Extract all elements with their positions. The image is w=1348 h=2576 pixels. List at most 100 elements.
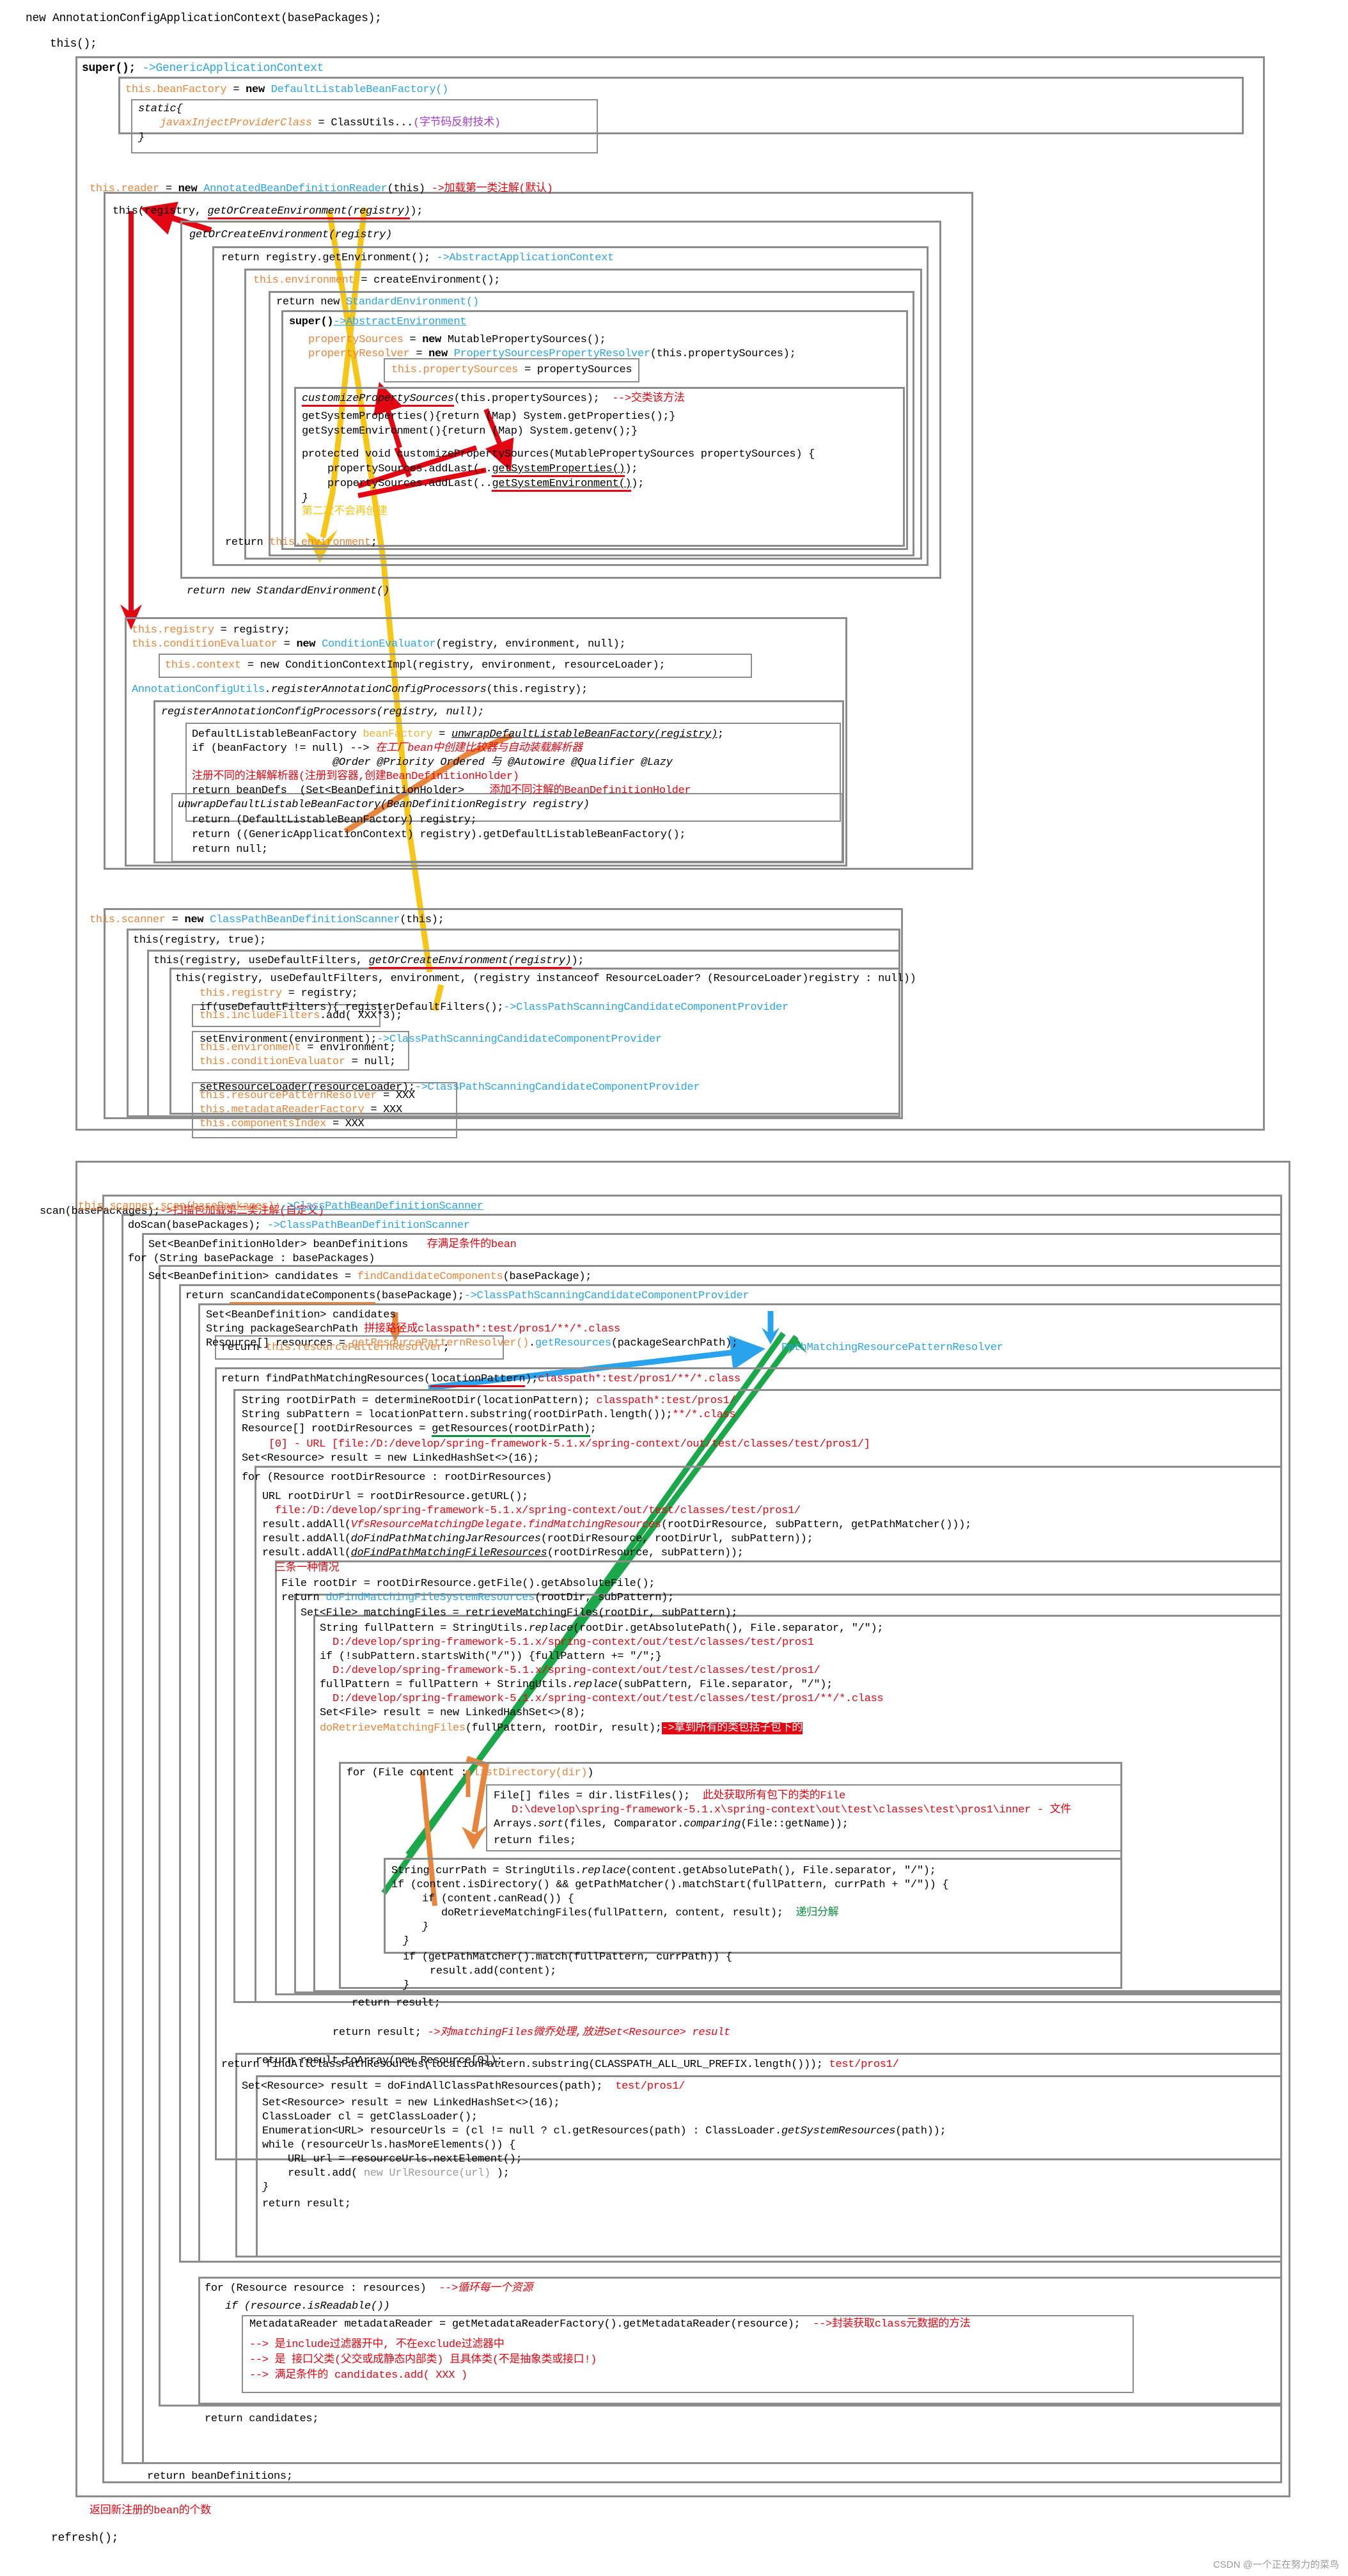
code-line-includefilters: this.includeFilters.add( XXX*3); — [200, 1010, 402, 1022]
code-line-annotationconfigutils: AnnotationConfigUtils.registerAnnotation… — [132, 684, 588, 696]
code-line-static-open: static{ — [138, 103, 183, 115]
code-line-return-dlbf: return (DefaultListableBeanFactory) regi… — [192, 814, 477, 826]
code-line-super-generic: super(); ->GenericApplicationContext — [82, 62, 324, 75]
code-line-this-registry-env: this(registry, getOrCreateEnvironment(re… — [113, 205, 423, 219]
code-line-return-result-3: return result; — [262, 2198, 351, 2210]
code-line-return-beandefs: return beanDefs (Set<BeanDefinitionHolde… — [192, 785, 691, 797]
code-line-if-isreadable: if (resource.isReadable()) — [225, 2300, 390, 2313]
code-line-return-null: return null; — [192, 844, 268, 856]
code-line-for-basepackage: for (String basePackage : basePackages) — [128, 1253, 375, 1265]
code-line-scanner-this-true: this(registry, true); — [133, 934, 266, 946]
code-line-rootdirurl: URL rootDirUrl = rootDirResource.getURL(… — [262, 1491, 528, 1503]
code-line-currpath: String currPath = StringUtils.replace(co… — [391, 1865, 936, 1877]
code-line-javaxinject: javaxInjectProviderClass = ClassUtils...… — [160, 117, 501, 129]
note-return-count: 返回新注册的bean的个数 — [90, 2505, 211, 2517]
code-line-customize-close: } — [302, 492, 308, 505]
note-inner-file: D:\develop\spring-framework-5.1.x\spring… — [512, 1804, 1072, 1816]
code-line-result-linkedhashset: Set<Resource> result = new LinkedHashSet… — [242, 1452, 540, 1465]
code-line-rootdirpath: String rootDirPath = determineRootDir(lo… — [242, 1395, 736, 1407]
code-line-doretrieve-recursive: doRetrieveMatchingFiles(fullPattern, con… — [441, 1907, 839, 1919]
code-line-this: this(); — [50, 38, 97, 51]
code-line-addlast-props: propertySources.addLast(..getSystemPrope… — [327, 462, 638, 477]
code-line-for-rootdirresource: for (Resource rootDirResource : rootDirR… — [242, 1472, 553, 1484]
code-line-doretrieve-call: doRetrieveMatchingFiles(fullPattern, roo… — [320, 1722, 803, 1734]
code-line-close-isdirectory: } — [403, 1935, 409, 1947]
code-line-result-add-urlresource: result.add( new UrlResource(url) ); — [288, 2167, 510, 2179]
code-line-fullpattern: String fullPattern = StringUtils.replace… — [320, 1622, 884, 1635]
code-line-scanner-conditionevaluator: this.conditionEvaluator = null; — [200, 1056, 396, 1068]
code-line-result-set-16: Set<Resource> result = new LinkedHashSet… — [262, 2097, 560, 2109]
code-line-close-canread: } — [422, 1921, 428, 1933]
code-line-classloader: ClassLoader cl = getClassLoader(); — [262, 2111, 478, 2123]
code-line-beandefinitions-set: Set<BeanDefinitionHolder> beanDefinition… — [148, 1239, 517, 1251]
code-line-addlast-env: propertySources.addLast(..getSystemEnvir… — [327, 477, 644, 492]
code-line-getsystemenvironment: getSystemEnvironment(){return (Map) Syst… — [302, 425, 638, 437]
code-line-for-content-listdirectory: for (File content : listDirectory(dir)) — [347, 1767, 594, 1779]
code-line-this-registry: this.registry = registry; — [132, 624, 290, 636]
code-line-scanner: this.scanner = new ClassPathBeanDefiniti… — [90, 914, 444, 926]
note-candidates-add: --> 满足条件的 candidates.add( XXX ) — [249, 2369, 467, 2382]
code-line-reader: this.reader = new AnnotatedBeanDefinitio… — [90, 183, 553, 195]
code-line-resourcepatternresolver: this.resourcePatternResolver = XXX — [200, 1090, 415, 1102]
code-line-if-isdirectory: if (content.isDirectory() && getPathMatc… — [391, 1879, 949, 1891]
code-line-new-standardenv: return new StandardEnvironment() — [276, 296, 479, 308]
code-line-refresh: refresh(); — [51, 2532, 119, 2545]
code-line-scanner-scan: this.scanner.scan(basePackages);->ClassP… — [78, 1200, 483, 1213]
code-line-return-beandefinitions: return beanDefinitions; — [147, 2470, 293, 2483]
code-line-getsystemproperties: getSystemProperties(){return (Map) Syste… — [302, 411, 676, 423]
code-line-static-close: } — [138, 132, 145, 144]
code-line-return-candidates: return candidates; — [205, 2413, 319, 2425]
code-line-super-abstractenv: super()->AbstractEnvironment — [289, 316, 467, 328]
code-line-return-files: return files; — [494, 1835, 576, 1847]
code-line-addall-jar: result.addAll(doFindPathMatchingJarResou… — [262, 1533, 813, 1545]
code-line-return-findpathmatching: return findPathMatchingResources(locatio… — [221, 1372, 741, 1387]
code-line-return-gac: return ((GenericApplicationContext) regi… — [192, 829, 686, 841]
note-rootdirurl-value: file:/D:/develop/spring-framework-5.1.x/… — [275, 1505, 801, 1517]
note-fullpattern-value-3: D:/develop/spring-framework-5.1.x/spring… — [333, 1693, 884, 1705]
code-line-subpattern: String subPattern = locationPattern.subs… — [242, 1409, 736, 1421]
code-line-return-dofindmatching-fs: return doFindMatchingFileSystemResources… — [281, 1592, 674, 1604]
code-line-addall-file: result.addAll(doFindPathMatchingFileReso… — [262, 1547, 744, 1559]
note-three-cases: 三条一种情况 — [275, 1562, 340, 1575]
code-line-arrays-sort: Arrays.sort(files, Comparator.comparing(… — [494, 1818, 849, 1830]
code-line-if-subpattern: if (!subPattern.startsWith("/")) {fullPa… — [320, 1651, 662, 1663]
code-line-getorcreateenvironment: getOrCreateEnvironment(registry) — [189, 229, 392, 241]
code-line-beanfactory: this.beanFactory = new DefaultListableBe… — [125, 84, 449, 96]
code-line-metadatareader: MetadataReader metadataReader = getMetad… — [249, 2318, 971, 2330]
code-line-url-nextelement: URL url = resourceUrls.nextElement(); — [288, 2153, 522, 2165]
note-include-exclude: --> 是include过滤器开中, 不在exclude过滤器中 — [249, 2339, 505, 2351]
code-line-dofindallclasspath: Set<Resource> result = doFindAllClassPat… — [242, 2080, 686, 2093]
code-line-new-context: new AnnotationConfigApplicationContext(b… — [26, 12, 382, 25]
code-line-return-result-1: return result; — [352, 1997, 441, 2009]
code-line-scanner-this-env: this(registry, useDefaultFilters, getOrC… — [153, 954, 584, 969]
code-line-if-canread: if (content.canRead()) { — [422, 1893, 574, 1905]
code-line-candidates-find: Set<BeanDefinition> candidates = findCan… — [148, 1271, 592, 1283]
code-line-componentsindex: this.componentsIndex = XXX — [200, 1118, 364, 1130]
code-line-candidates-decl: Set<BeanDefinition> candidates — [206, 1309, 396, 1321]
code-line-scanner-this-full: this(registry, useDefaultFilters, enviro… — [175, 973, 916, 985]
code-line-packagesearchpath: String packageSearchPath 拼接路径成classpath*… — [206, 1323, 620, 1335]
note-fullpattern-value-1: D:/develop/spring-framework-5.1.x/spring… — [333, 1637, 814, 1649]
code-line-customize-call: customizePropertySources(this.propertySo… — [302, 392, 685, 407]
code-line-unwrap-sig: unwrapDefaultListableBeanFactory(BeanDef… — [178, 799, 590, 811]
note-fullpattern-value-2: D:/develop/spring-framework-5.1.x/spring… — [333, 1665, 820, 1677]
code-line-result-set-8: Set<File> result = new LinkedHashSet<>(8… — [320, 1707, 586, 1719]
code-line-for-resource: for (Resource resource : resources) -->循… — [205, 2282, 533, 2295]
code-line-return-result-2: return result; ->对matchingFiles微乔处理,放进Se… — [333, 2027, 730, 2039]
code-line-propertyresolver: propertyResolver = new PropertySourcesPr… — [308, 348, 796, 360]
note-second-time: 第二次不会再创建 — [302, 506, 388, 518]
code-line-return-scancandidates: return scanCandidateComponents(basePacka… — [185, 1289, 749, 1304]
code-line-dir-listfiles: File[] files = dir.listFiles(); 此处获取所有包下… — [494, 1790, 846, 1802]
code-line-resourceurls: Enumeration<URL> resourceUrls = (cl != n… — [262, 2125, 946, 2137]
note-url-rootdir: [0] - URL [file:/D:/develop/spring-frame… — [269, 1438, 870, 1450]
code-line-propertysources: propertySources = new MutablePropertySou… — [308, 334, 606, 346]
code-line-scanner-environment: this.environment = environment; — [200, 1042, 396, 1054]
label-pathmatchingresourcepatternresolver: PathMatchingResourcePatternResolver — [781, 1342, 1003, 1354]
code-line-rootdir-file: File rootDir = rootDirResource.getFile()… — [281, 1578, 655, 1590]
code-line-return-this-rpr: return this.resourcePatternResolver; — [221, 1342, 450, 1354]
code-line-doscan: doScan(basePackages); ->ClassPathBeanDef… — [128, 1220, 470, 1232]
code-line-rootdirresources: Resource[] rootDirResources = getResourc… — [242, 1422, 597, 1437]
code-line-metadatareaderfactory: this.metadataReaderFactory = XXX — [200, 1104, 402, 1116]
code-line-close-match: } — [403, 1979, 409, 1991]
code-line-return-new-standardenv: return new StandardEnvironment() — [187, 585, 389, 597]
